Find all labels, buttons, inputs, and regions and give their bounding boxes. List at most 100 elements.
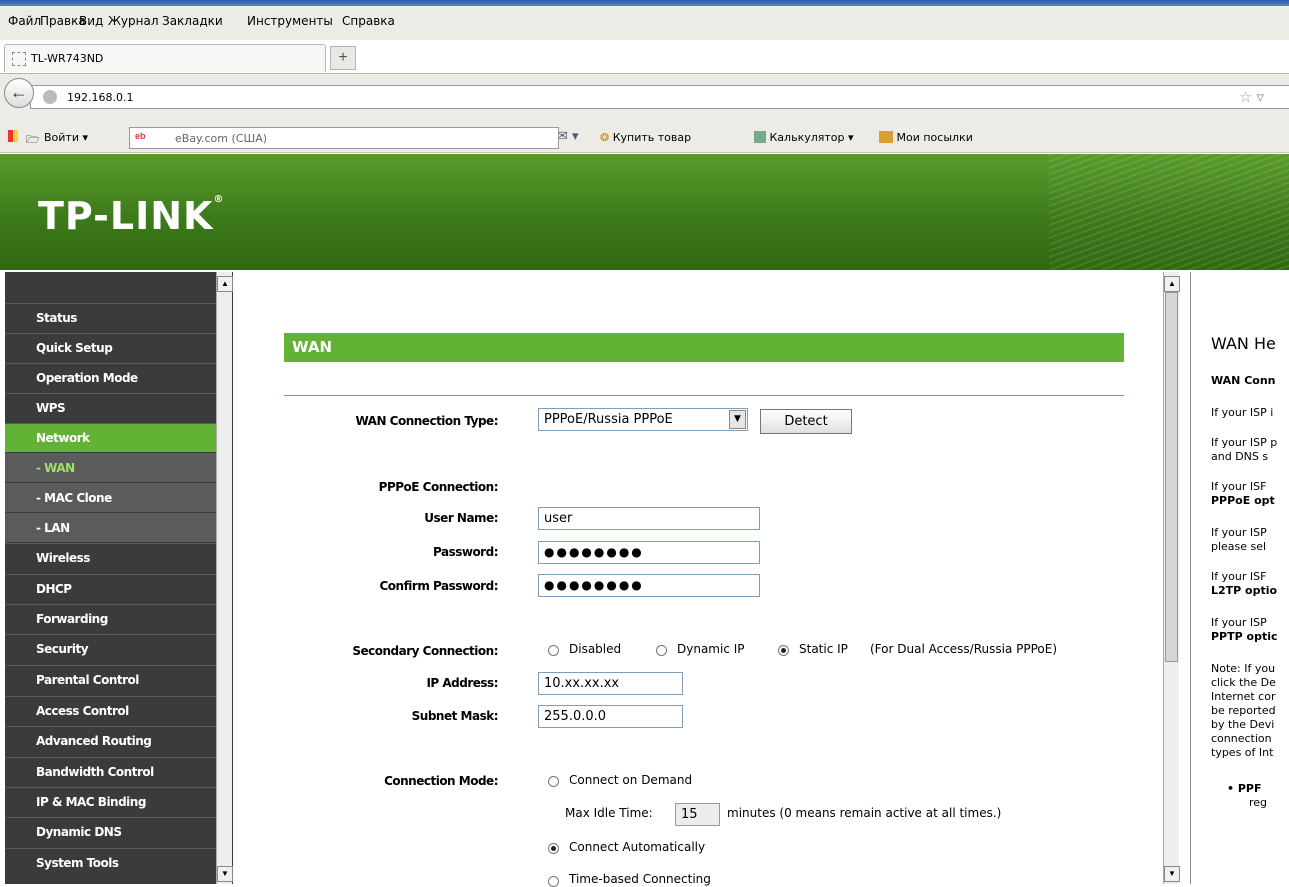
help-line: Note: If you xyxy=(1211,662,1276,675)
sidebar-item-status[interactable]: Status xyxy=(5,303,216,332)
sidebar-item-wireless[interactable]: Wireless xyxy=(5,543,216,572)
help-line: be reported xyxy=(1211,704,1276,717)
header-decoration xyxy=(1049,154,1289,270)
scroll-down-icon[interactable]: ▼ xyxy=(217,866,233,882)
sidebar-item-operation-mode[interactable]: Operation Mode xyxy=(5,363,216,392)
menu-bookmarks[interactable]: Закладки xyxy=(162,14,223,28)
site-identity-icon[interactable] xyxy=(43,90,57,104)
content-scroll-up-icon[interactable]: ▲ xyxy=(1164,276,1180,292)
help-pane: WAN He WAN Conn If your ISP i If your IS… xyxy=(1190,272,1289,884)
chevron-down-icon[interactable]: ▼ xyxy=(729,410,746,429)
ebay-icon: eb xyxy=(135,131,146,141)
back-button[interactable]: ← xyxy=(4,78,34,108)
toolbar-logo-icon[interactable] xyxy=(8,130,18,145)
sidebar-item-parental-control[interactable]: Parental Control xyxy=(5,665,216,694)
calculator-button[interactable]: Калькулятор ▾ xyxy=(754,131,854,144)
wan-type-label: WAN Connection Type: xyxy=(355,414,498,428)
wan-type-value: PPPoE/Russia PPPoE xyxy=(544,412,673,427)
sidebar-item-ip-mac-binding[interactable]: IP & MAC Binding xyxy=(5,787,216,816)
toolbar-search-input[interactable]: eb eBay.com (США) xyxy=(129,127,559,149)
sidebar-scrollbar[interactable]: ▲ ▼ xyxy=(216,272,233,884)
secondary-disabled-label: Disabled xyxy=(569,642,622,656)
subnet-mask-input[interactable]: 255.0.0.0 xyxy=(538,705,683,728)
sidebar-item-forwarding[interactable]: Forwarding xyxy=(5,604,216,633)
secondary-note: (For Dual Access/Russia PPPoE) xyxy=(870,642,1058,656)
sidebar-item-system-tools[interactable]: System Tools xyxy=(5,848,216,877)
sidebar-item-dynamic-dns[interactable]: Dynamic DNS xyxy=(5,817,216,846)
help-line: PPPoE opt xyxy=(1211,494,1275,507)
wan-type-select[interactable]: PPPoE/Russia PPPoE ▼ xyxy=(538,408,748,431)
radio-secondary-dynamic[interactable] xyxy=(656,645,667,656)
login-button[interactable]: Войти ▾ xyxy=(44,131,88,144)
help-line: by the Devi xyxy=(1211,718,1275,731)
help-line: types of Int xyxy=(1211,746,1274,759)
url-bar[interactable]: 192.168.0.1 ☆ ▿ xyxy=(30,85,1289,109)
content-scroll-down-icon[interactable]: ▼ xyxy=(1164,866,1180,882)
sidebar-item-quick-setup[interactable]: Quick Setup xyxy=(5,333,216,362)
pppoe-label: PPPoE Connection: xyxy=(378,480,499,494)
help-line: If your ISF xyxy=(1211,570,1267,583)
max-idle-label: Max Idle Time: xyxy=(565,806,653,820)
content-scroll-thumb[interactable] xyxy=(1165,292,1178,662)
secondary-dynamic-label: Dynamic IP xyxy=(677,642,745,656)
confirm-password-label: Confirm Password: xyxy=(379,579,498,593)
help-line: If your ISP xyxy=(1211,616,1267,629)
confirm-password-input[interactable]: ●●●●●●●● xyxy=(538,574,760,597)
help-line: click the De xyxy=(1211,676,1276,689)
ip-address-label: IP Address: xyxy=(426,676,498,690)
bookmark-star-icon[interactable]: ☆ ▿ xyxy=(1239,88,1264,106)
section-divider xyxy=(284,395,1124,396)
menu-tools[interactable]: Инструменты xyxy=(247,14,333,28)
sidebar-item-security[interactable]: Security xyxy=(5,634,216,663)
tab-title: TL-WR743ND xyxy=(31,52,104,65)
menu-help[interactable]: Справка xyxy=(342,14,395,28)
sidebar-item-advanced-routing[interactable]: Advanced Routing xyxy=(5,726,216,755)
calculator-icon xyxy=(754,131,766,143)
help-title: WAN He xyxy=(1211,334,1276,353)
sidebar-item-access-control[interactable]: Access Control xyxy=(5,696,216,725)
ip-address-input[interactable]: 10.xx.xx.xx xyxy=(538,672,683,695)
router-header: TP-LINK® xyxy=(0,154,1289,270)
buy-label: Купить товар xyxy=(612,131,692,144)
password-label: Password: xyxy=(433,545,499,559)
help-line: WAN Conn xyxy=(1211,374,1276,387)
connect-demand-label: Connect on Demand xyxy=(569,773,693,787)
max-idle-input[interactable]: 15 xyxy=(675,803,720,826)
parcel-icon xyxy=(879,131,893,143)
menu-history[interactable]: Журнал xyxy=(108,14,159,28)
sidebar-item-wan[interactable]: - WAN xyxy=(5,453,216,482)
menu-view[interactable]: Вид xyxy=(79,14,103,28)
radio-connect-demand[interactable] xyxy=(548,776,559,787)
help-line: reg xyxy=(1249,796,1268,809)
help-line: please sel xyxy=(1211,540,1267,553)
menu-file[interactable]: Файл xyxy=(8,14,41,28)
sidebar-item-mac-clone[interactable]: - MAC Clone xyxy=(5,483,216,512)
radio-connect-auto[interactable] xyxy=(548,843,559,854)
connection-mode-label: Connection Mode: xyxy=(384,774,498,788)
content-scrollbar[interactable]: ▲ ▼ xyxy=(1163,272,1180,884)
help-line: If your ISP p xyxy=(1211,436,1278,449)
max-idle-note: minutes (0 means remain active at all ti… xyxy=(727,806,1002,820)
sidebar-item-lan[interactable]: - LAN xyxy=(5,513,216,542)
radio-time-based[interactable] xyxy=(548,876,559,887)
radio-secondary-static[interactable] xyxy=(778,645,789,656)
parcels-button[interactable]: Мои посылки xyxy=(879,131,973,144)
page-favicon-icon xyxy=(12,52,26,66)
detect-button[interactable]: Detect xyxy=(760,409,852,434)
sidebar-item-network[interactable]: Network xyxy=(5,423,216,452)
sidebar-item-bandwidth-control[interactable]: Bandwidth Control xyxy=(5,757,216,786)
new-tab-button[interactable]: + xyxy=(330,46,356,70)
help-line: If your ISP xyxy=(1211,526,1267,539)
password-input[interactable]: ●●●●●●●● xyxy=(538,541,760,564)
mail-icon[interactable]: ✉ ▾ xyxy=(557,129,579,144)
username-input[interactable]: user xyxy=(538,507,760,530)
sidebar-item-dhcp[interactable]: DHCP xyxy=(5,574,216,603)
login-label: Войти xyxy=(44,131,79,144)
back-arrow-icon: ← xyxy=(10,82,28,102)
tplink-logo: TP-LINK® xyxy=(38,194,225,238)
sidebar-item-wps[interactable]: WPS xyxy=(5,393,216,422)
radio-secondary-disabled[interactable] xyxy=(548,645,559,656)
buy-button[interactable]: ❂ Купить товар xyxy=(600,131,691,144)
browser-tab[interactable]: TL-WR743ND xyxy=(4,44,326,72)
scroll-up-icon[interactable]: ▲ xyxy=(217,276,233,292)
